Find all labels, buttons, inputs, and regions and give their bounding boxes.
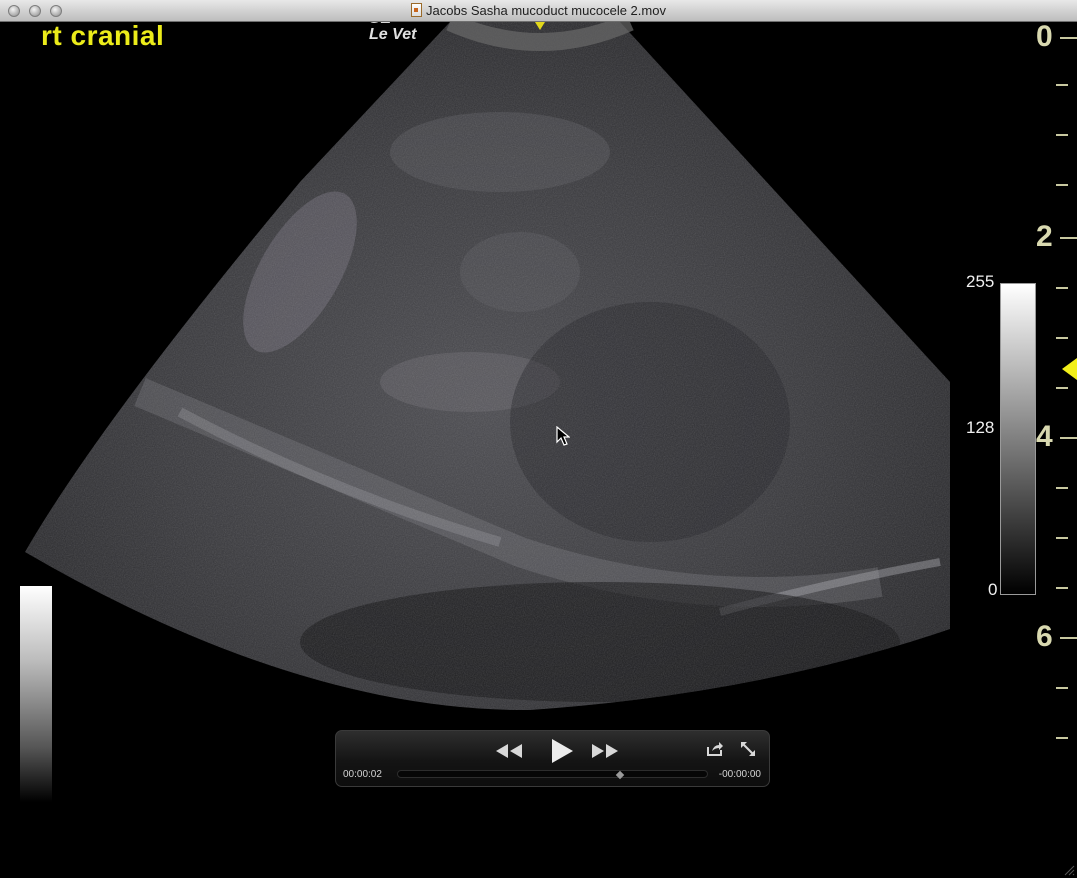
system-brand-label: Le Vet bbox=[369, 26, 417, 43]
play-icon[interactable] bbox=[549, 738, 575, 764]
grayscale-mid-label: 128 bbox=[966, 418, 995, 437]
depth-tick bbox=[1056, 587, 1068, 589]
mouse-cursor-icon bbox=[556, 426, 570, 446]
depth-label: 6 bbox=[1036, 620, 1053, 653]
depth-tick-major bbox=[1060, 637, 1077, 639]
playhead[interactable] bbox=[616, 770, 625, 780]
depth-tick-major bbox=[1060, 37, 1077, 39]
window-title-wrap: Jacobs Sasha mucoduct mucocele 2.mov bbox=[0, 3, 1077, 18]
depth-tick bbox=[1056, 337, 1068, 339]
resize-grip-icon[interactable] bbox=[1063, 864, 1075, 876]
depth-tick bbox=[1056, 287, 1068, 289]
playback-controls: 00:00:02 -00:00:00 bbox=[335, 730, 770, 787]
view-label: rt cranial bbox=[41, 22, 165, 51]
fullscreen-icon[interactable] bbox=[740, 741, 756, 757]
depth-tick bbox=[1056, 537, 1068, 539]
remaining-time: -00:00:00 bbox=[718, 769, 761, 780]
focus-marker-icon bbox=[1062, 358, 1077, 380]
depth-tick-major bbox=[1060, 237, 1077, 239]
depth-tick-major bbox=[1060, 437, 1077, 439]
depth-tick bbox=[1056, 84, 1068, 86]
grayscale-min-label: 0 bbox=[988, 580, 998, 599]
depth-label: 2 bbox=[1036, 220, 1053, 253]
window-title: Jacobs Sasha mucoduct mucocele 2.mov bbox=[426, 3, 666, 18]
tgc-gray-bar bbox=[20, 586, 52, 802]
depth-tick bbox=[1056, 737, 1068, 739]
scrubber-track[interactable] bbox=[397, 770, 708, 780]
grayscale-max-label: 255 bbox=[966, 272, 995, 291]
window-titlebar: Jacobs Sasha mucoduct mucocele 2.mov bbox=[0, 0, 1077, 22]
share-icon[interactable] bbox=[706, 741, 724, 757]
depth-tick bbox=[1056, 184, 1068, 186]
depth-tick bbox=[1056, 487, 1068, 489]
video-area[interactable]: rt cranial GE Le Vet 0 2 4 6 255 128 0 bbox=[0, 22, 1077, 878]
depth-tick bbox=[1056, 134, 1068, 136]
grayscale-bar bbox=[1000, 283, 1036, 595]
elapsed-time: 00:00:02 bbox=[343, 769, 382, 780]
depth-label: 4 bbox=[1036, 420, 1053, 453]
movie-file-icon bbox=[411, 3, 423, 17]
rewind-icon[interactable] bbox=[495, 742, 523, 760]
depth-label: 0 bbox=[1036, 22, 1053, 53]
depth-tick bbox=[1056, 387, 1068, 389]
fast-forward-icon[interactable] bbox=[591, 742, 619, 760]
depth-tick bbox=[1056, 687, 1068, 689]
